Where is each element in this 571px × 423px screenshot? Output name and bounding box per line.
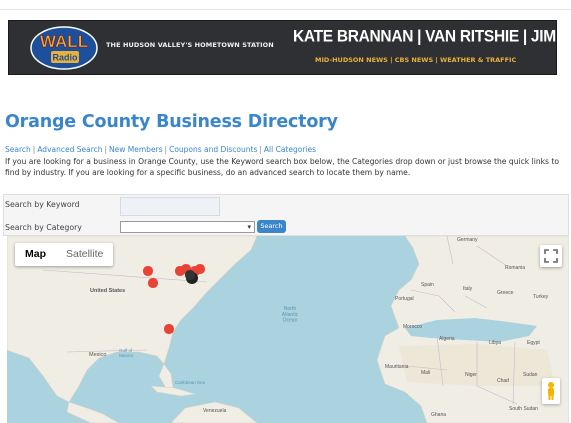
label-greece: Greece bbox=[497, 290, 514, 296]
label-egypt: Egypt bbox=[527, 340, 540, 346]
page-title: Orange County Business Directory bbox=[5, 112, 338, 132]
label-caribbean-sea: Caribbean Sea bbox=[175, 380, 206, 385]
top-border bbox=[0, 0, 571, 10]
search-button[interactable]: Search bbox=[257, 220, 286, 233]
link-new-members[interactable]: New Members bbox=[109, 145, 163, 154]
label-ghana: Ghana bbox=[431, 412, 446, 418]
link-all-categories[interactable]: All Categories bbox=[264, 145, 316, 154]
link-advanced-search[interactable]: Advanced Search bbox=[37, 145, 102, 154]
label-venezuela: Venezuela bbox=[203, 408, 227, 414]
search-panel bbox=[3, 194, 569, 236]
link-separator: | bbox=[259, 145, 262, 154]
category-label: Search by Category bbox=[5, 223, 82, 232]
label-spain: Spain bbox=[421, 282, 434, 288]
label-germany: Germany bbox=[457, 237, 478, 243]
label-libya: Libya bbox=[489, 340, 501, 346]
quick-links: Search | Advanced Search | New Members | Coupo… bbox=[5, 145, 316, 154]
keyword-label: Search by Keyword bbox=[5, 200, 80, 209]
label-mali: Mali bbox=[421, 370, 430, 376]
label-romania: Romania bbox=[505, 265, 525, 271]
label-gulf-of-mexico: Gulf of Mexico bbox=[119, 348, 134, 358]
link-coupons-discounts[interactable]: Coupons and Discounts bbox=[169, 145, 257, 154]
keyword-input[interactable] bbox=[120, 197, 220, 216]
label-north-atlantic-ocean: North Atlantic Ocean bbox=[282, 306, 299, 324]
label-united-states: United States bbox=[90, 288, 125, 294]
wall-radio-logo: WALL Radio bbox=[30, 26, 98, 70]
fullscreen-button[interactable] bbox=[540, 245, 562, 267]
label-algeria: Algeria bbox=[439, 336, 455, 342]
link-separator: | bbox=[32, 145, 36, 154]
label-turkey: Turkey bbox=[533, 294, 549, 300]
land-central-america bbox=[66, 401, 120, 423]
category-select[interactable]: ▾ bbox=[120, 221, 255, 233]
label-chad: Chad bbox=[497, 378, 509, 384]
link-separator: | bbox=[104, 145, 108, 154]
map-tab-satellite[interactable]: Satellite bbox=[56, 243, 113, 266]
logo-text-top: WALL bbox=[40, 32, 88, 51]
label-portugal: Portugal bbox=[395, 296, 414, 302]
logo-text-bottom: Radio bbox=[52, 53, 78, 63]
label-south-sudan: South Sudan bbox=[509, 406, 538, 412]
label-morocco: Morocco bbox=[403, 324, 422, 330]
map-tab-map[interactable]: Map bbox=[15, 243, 56, 266]
link-separator: | bbox=[164, 145, 168, 154]
map-type-toggle: Map Satellite bbox=[15, 243, 114, 266]
label-italy: Italy bbox=[463, 286, 473, 292]
business-map[interactable]: United States Mexico Gulf of Mexico Carib… bbox=[7, 236, 569, 423]
station-tagline: THE HUDSON VALLEY'S HOMETOWN STATION bbox=[106, 41, 274, 49]
news-subline: MID-HUDSON NEWS | CBS NEWS | WEATHER & T… bbox=[315, 56, 517, 64]
land-florida bbox=[158, 363, 174, 391]
label-mexico: Mexico bbox=[89, 352, 106, 358]
host-names: KATE BRANNAN | VAN RITSHIE | JIM FREY bbox=[293, 27, 556, 46]
chevron-down-icon: ▾ bbox=[247, 224, 251, 231]
label-mauritania: Mauritania bbox=[385, 364, 409, 370]
street-view-button[interactable] bbox=[542, 378, 560, 404]
fullscreen-icon bbox=[544, 249, 558, 263]
pegman-icon bbox=[548, 382, 554, 400]
label-niger: Niger bbox=[465, 372, 477, 378]
link-search[interactable]: Search bbox=[5, 145, 31, 154]
intro-text: If you are looking for a business in Ora… bbox=[5, 157, 560, 177]
header-banner[interactable]: WALL Radio THE HUDSON VALLEY'S HOMETOWN … bbox=[8, 20, 557, 75]
label-sudan: Sudan bbox=[523, 372, 538, 378]
